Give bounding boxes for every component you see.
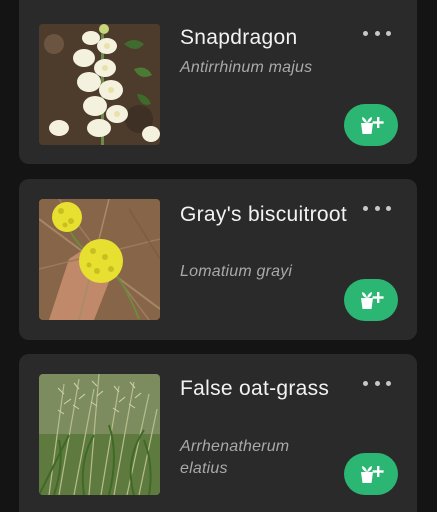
plant-card[interactable]: Snapdragon Antirrhinum majus: [19, 0, 417, 164]
snapdragon-photo: [39, 24, 160, 145]
oat-grass-photo: [39, 374, 160, 495]
plant-common-name: Snapdragon: [180, 26, 298, 49]
plant-common-name: Gray's biscuitroot: [180, 203, 347, 226]
more-options-icon[interactable]: [363, 376, 391, 390]
plant-scientific-name: Lomatium grayi: [180, 263, 293, 280]
plant-photo[interactable]: [39, 374, 160, 495]
plant-card[interactable]: False oat-grass Arrhenatherum elatius: [19, 354, 417, 512]
plant-photo[interactable]: [39, 24, 160, 145]
add-to-garden-button[interactable]: [344, 279, 398, 321]
more-options-icon[interactable]: [363, 201, 391, 215]
add-to-garden-icon: [361, 466, 384, 483]
plant-photo[interactable]: [39, 199, 160, 320]
add-to-garden-button[interactable]: [344, 453, 398, 495]
plant-scientific-name: Antirrhinum majus: [180, 59, 313, 76]
add-to-garden-button[interactable]: [344, 104, 398, 146]
plant-common-name: False oat-grass: [180, 377, 330, 400]
plant-scientific-name: Arrhenatherum elatius: [180, 438, 290, 477]
more-options-icon[interactable]: [363, 26, 391, 40]
biscuitroot-photo: [39, 199, 160, 320]
plant-list: Snapdragon Antirrhinum majus Gray's bisc…: [0, 0, 437, 512]
plant-card[interactable]: Gray's biscuitroot Lomatium grayi: [19, 179, 417, 340]
add-to-garden-icon: [361, 117, 384, 134]
add-to-garden-icon: [361, 292, 384, 309]
